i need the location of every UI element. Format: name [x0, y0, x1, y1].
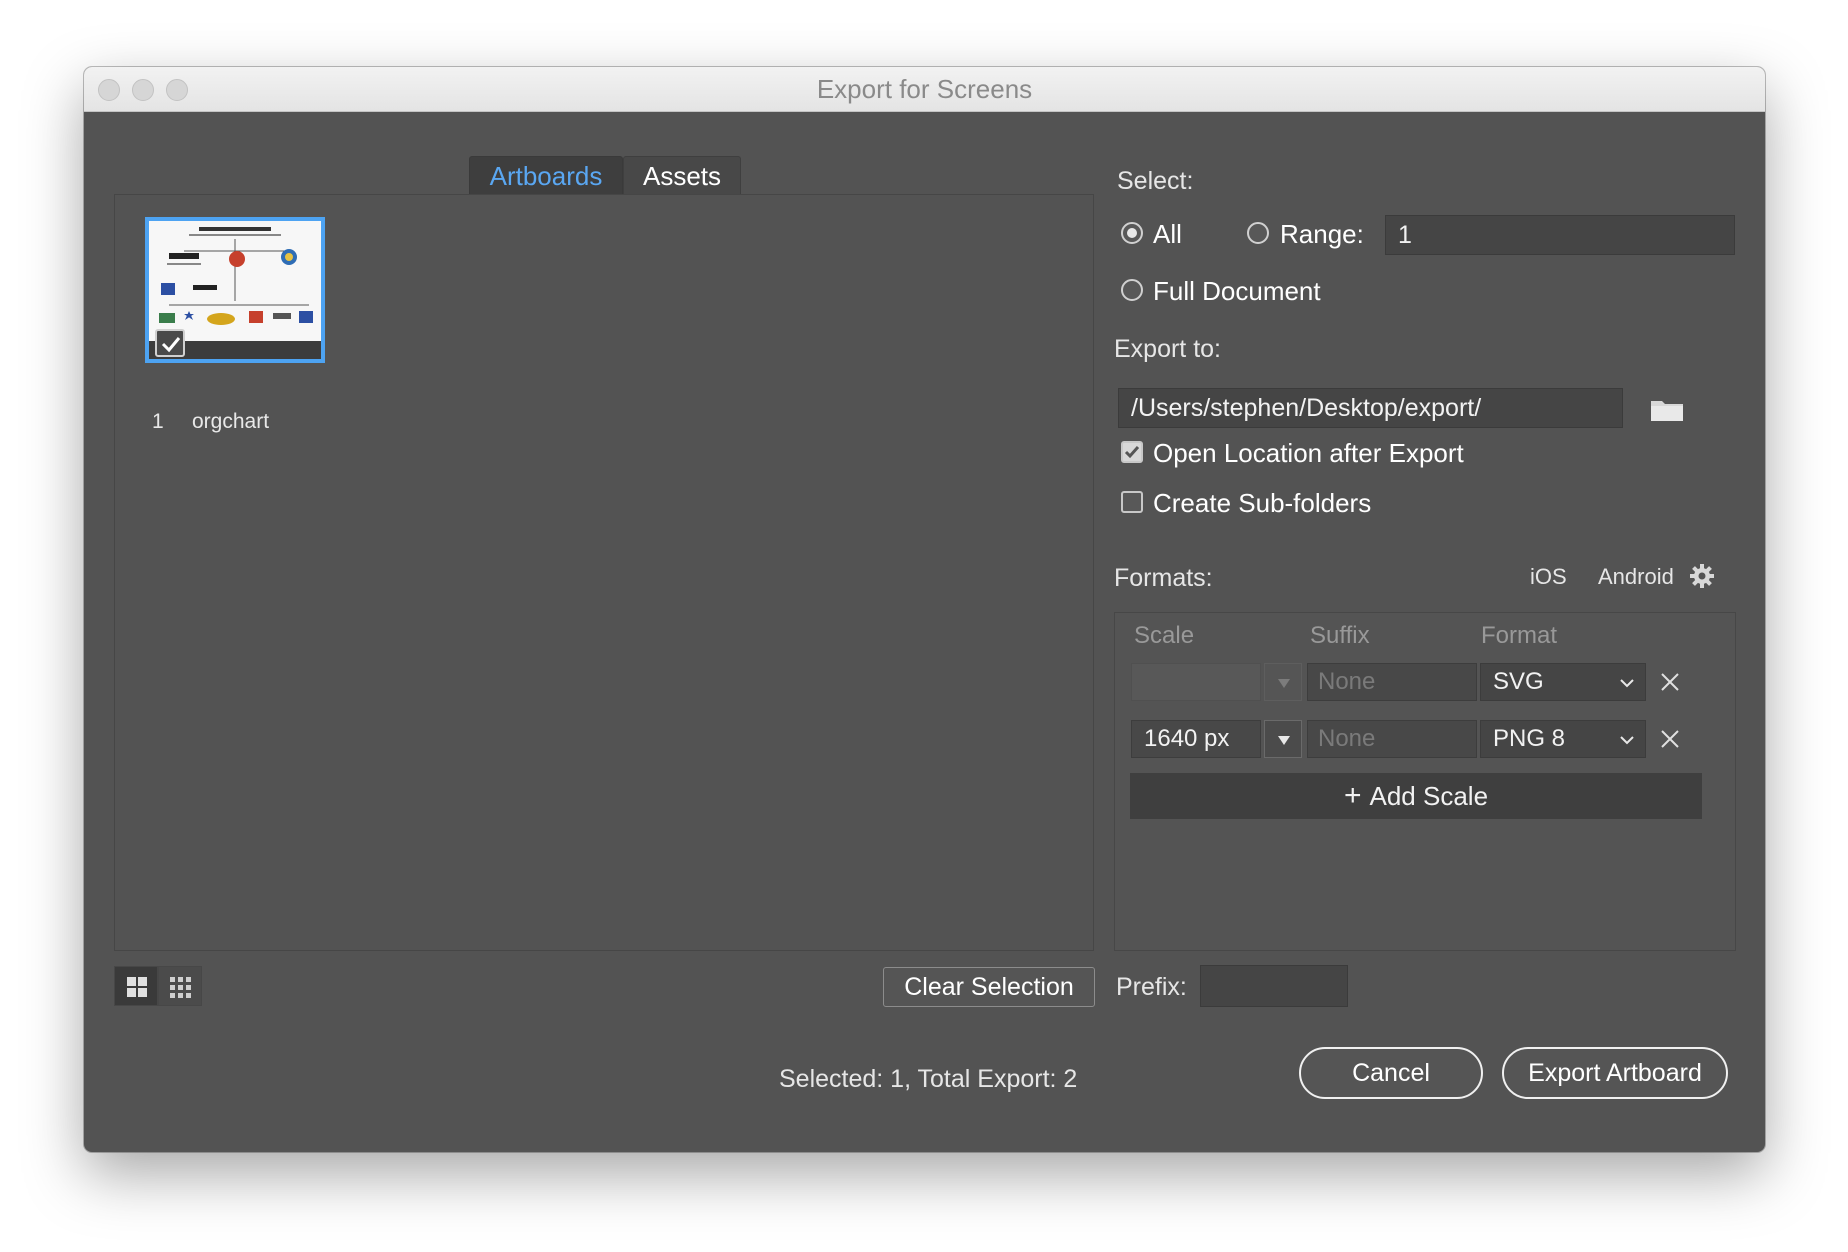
artboard-thumbnail[interactable] — [145, 217, 325, 363]
grid-small-icon — [170, 977, 191, 998]
scale-dropdown-row-2[interactable] — [1264, 720, 1302, 758]
formats-label: Formats: — [1114, 564, 1213, 592]
format-column-header: Format — [1481, 622, 1558, 649]
scale-dropdown-row-1[interactable] — [1264, 663, 1302, 701]
export-to-label: Export to: — [1114, 335, 1221, 363]
create-subfolders-checkbox[interactable] — [1121, 491, 1143, 513]
export-for-screens-dialog: Export for Screens Artboards Assets 1 or… — [84, 67, 1765, 1152]
chevron-down-icon — [1620, 736, 1634, 745]
select-all-label: All — [1153, 219, 1182, 249]
triangle-down-icon — [1278, 736, 1290, 745]
prefix-label: Prefix: — [1116, 973, 1187, 1001]
grid-large-icon — [127, 977, 147, 997]
suffix-input-row-2[interactable]: None — [1307, 720, 1477, 758]
create-subfolders-label: Create Sub-folders — [1153, 488, 1372, 518]
clear-selection-button[interactable]: Clear Selection — [883, 967, 1095, 1007]
list-view-button[interactable] — [158, 966, 202, 1006]
select-all-radio[interactable] — [1121, 222, 1143, 244]
open-location-label: Open Location after Export — [1153, 438, 1464, 468]
export-artboard-button[interactable]: Export Artboard — [1502, 1047, 1728, 1099]
tab-artboards[interactable]: Artboards — [469, 156, 623, 194]
format-select-row-2[interactable]: PNG 8 — [1480, 720, 1646, 758]
select-range-radio[interactable] — [1247, 222, 1269, 244]
checkmark-icon — [1124, 446, 1140, 459]
ios-preset-button[interactable]: iOS — [1530, 564, 1567, 590]
suffix-column-header: Suffix — [1310, 622, 1370, 649]
plus-icon: + — [1343, 779, 1362, 812]
selection-status: Selected: 1, Total Export: 2 — [779, 1065, 1078, 1093]
prefix-input[interactable] — [1200, 965, 1348, 1007]
format-select-row-2-value: PNG 8 — [1493, 725, 1566, 752]
full-document-label: Full Document — [1153, 276, 1321, 306]
window-title: Export for Screens — [816, 74, 1033, 104]
scale-input-row-2[interactable]: 1640 px — [1131, 720, 1261, 758]
checkmark-icon — [161, 337, 181, 353]
open-location-checkbox[interactable] — [1121, 441, 1143, 463]
grid-view-button[interactable] — [114, 966, 158, 1006]
artboard-name: orgchart — [192, 410, 270, 433]
artboard-number: 1 — [152, 410, 164, 433]
artboard-selected-checkbox[interactable] — [155, 329, 185, 357]
folder-icon[interactable] — [1649, 395, 1685, 423]
export-path-input[interactable]: /Users/stephen/Desktop/export/ — [1118, 388, 1623, 428]
android-preset-button[interactable]: Android — [1598, 564, 1674, 590]
full-document-radio[interactable] — [1121, 279, 1143, 301]
orgchart-thumbnail-image — [149, 221, 321, 341]
cancel-button[interactable]: Cancel — [1299, 1047, 1483, 1099]
format-select-row-1-value: SVG — [1493, 668, 1544, 695]
gear-icon[interactable] — [1689, 563, 1715, 589]
triangle-down-icon — [1278, 679, 1290, 688]
add-scale-button[interactable]: + Add Scale — [1130, 773, 1702, 819]
select-range-label: Range: — [1280, 219, 1364, 249]
range-input[interactable]: 1 — [1385, 215, 1735, 255]
tab-assets[interactable]: Assets — [623, 156, 741, 194]
remove-row-2-close-icon[interactable] — [1659, 728, 1681, 750]
format-select-row-1[interactable]: SVG — [1480, 663, 1646, 701]
select-label: Select: — [1117, 167, 1194, 195]
remove-row-1-close-icon[interactable] — [1659, 671, 1681, 693]
scale-column-header: Scale — [1134, 622, 1195, 649]
add-scale-label: Add Scale — [1369, 781, 1489, 811]
suffix-input-row-1[interactable]: None — [1307, 663, 1477, 701]
scale-input-row-1[interactable] — [1131, 663, 1261, 701]
chevron-down-icon — [1620, 679, 1634, 688]
